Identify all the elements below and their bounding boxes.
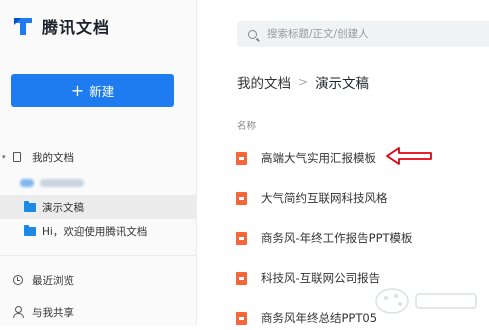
column-header-name[interactable]: 名称 <box>237 118 256 132</box>
search-icon[interactable] <box>248 29 257 39</box>
breadcrumb-root[interactable]: 我的文档 <box>237 72 291 92</box>
clock-icon <box>13 275 23 285</box>
sidebar-item-label: 与我共享 <box>32 306 74 319</box>
sidebar-item-slides-folder[interactable]: 演示文稿 <box>0 195 196 219</box>
sidebar: 腾讯文档 + 新建 ▾ 我的文档 演示文稿 Hi，欢迎使用腾讯文档 最近浏览 与… <box>0 0 197 326</box>
file-name: 商务风-年终工作报告PPT模板 <box>261 231 413 245</box>
ppt-file-icon <box>236 271 247 285</box>
watermark-logo-icon <box>375 288 477 314</box>
ppt-file-icon <box>236 151 247 165</box>
ppt-file-icon <box>236 191 247 205</box>
file-name: 科技风-互联网公司报告 <box>261 271 381 285</box>
file-name: 大气简约互联网科技风格 <box>261 191 388 205</box>
breadcrumb-separator: > <box>298 75 309 89</box>
sidebar-item-blurred-folder[interactable] <box>0 171 196 195</box>
sidebar-item-my-docs[interactable]: ▾ 我的文档 <box>0 145 196 169</box>
new-button-label: 新建 <box>89 84 115 99</box>
ppt-file-icon <box>236 231 247 245</box>
divider <box>0 255 196 256</box>
list-item[interactable]: 大气简约互联网科技风格 <box>236 186 489 210</box>
sidebar-item-recent[interactable]: 最近浏览 <box>0 268 196 292</box>
chevron-down-icon[interactable]: ▾ <box>2 153 6 161</box>
sidebar-item-label: 演示文稿 <box>42 201 84 214</box>
doc-icon <box>13 152 21 162</box>
app-logo[interactable]: 腾讯文档 <box>12 14 110 38</box>
blurred-label <box>40 179 84 187</box>
sidebar-item-shared[interactable]: 与我共享 <box>0 300 196 324</box>
sidebar-item-welcome-folder[interactable]: Hi，欢迎使用腾讯文档 <box>0 219 196 243</box>
sidebar-item-label: Hi，欢迎使用腾讯文档 <box>42 225 148 238</box>
file-name: 高端大气实用汇报模板 <box>261 151 376 165</box>
person-icon <box>13 306 24 318</box>
new-button[interactable]: + 新建 <box>11 74 174 107</box>
ppt-file-icon <box>236 311 247 325</box>
breadcrumb: 我的文档 > 演示文稿 <box>237 72 369 92</box>
breadcrumb-current: 演示文稿 <box>315 76 370 92</box>
folder-icon <box>20 179 34 187</box>
arrow-annotation-icon <box>386 147 432 165</box>
search-bar[interactable] <box>237 21 489 47</box>
file-name: 商务风年终总结PPT05 <box>261 311 378 325</box>
sidebar-item-label: 最近浏览 <box>32 274 74 287</box>
plus-icon: + <box>70 80 85 100</box>
app-name: 腾讯文档 <box>42 18 111 37</box>
list-item[interactable]: 商务风-年终工作报告PPT模板 <box>236 226 489 250</box>
sidebar-item-label: 我的文档 <box>32 151 74 164</box>
list-item[interactable]: 高端大气实用汇报模板 <box>236 146 489 170</box>
folder-icon <box>24 201 36 212</box>
folder-icon <box>24 225 36 236</box>
logo-icon <box>14 18 32 35</box>
search-input[interactable] <box>265 27 479 41</box>
